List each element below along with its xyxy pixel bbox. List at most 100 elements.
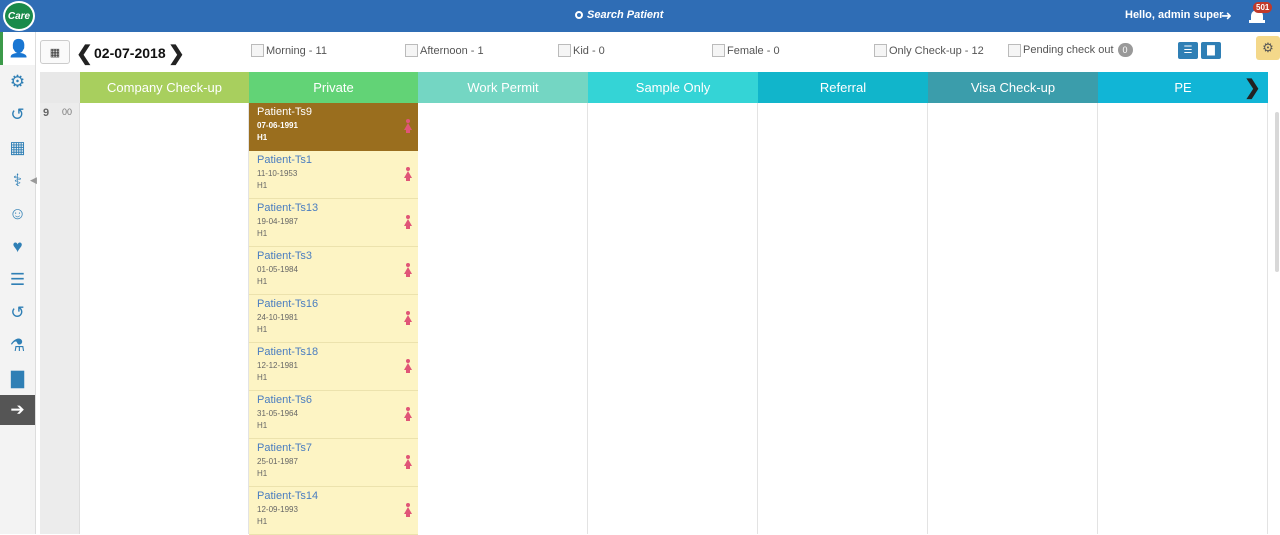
column-header-referral[interactable]: Referral bbox=[758, 72, 928, 103]
filter-female[interactable]: Female - 0 bbox=[712, 44, 780, 57]
filter-checkbox[interactable] bbox=[712, 44, 725, 57]
filter-checkbox[interactable] bbox=[558, 44, 571, 57]
female-icon bbox=[404, 263, 412, 277]
settings-button[interactable]: ⚙ bbox=[1256, 36, 1280, 60]
user-icon[interactable]: 👤 bbox=[0, 32, 35, 65]
patient-name: Patient-Ts1 bbox=[257, 154, 313, 166]
column-header-sample-only[interactable]: Sample Only bbox=[588, 72, 758, 103]
gear-icon: ⚙ bbox=[1262, 40, 1274, 55]
filter-checkbox[interactable] bbox=[405, 44, 418, 57]
column-header-private[interactable]: Private bbox=[249, 72, 418, 103]
patient-card[interactable]: Patient-Ts7 25-01-1987 H1 bbox=[249, 439, 418, 487]
previous-date-icon[interactable]: ❮ bbox=[76, 41, 93, 66]
filter-label: Only Check-up - 12 bbox=[889, 44, 984, 57]
bar-chart-icon[interactable]: ▇ bbox=[0, 362, 35, 395]
filter-label: Afternoon - 1 bbox=[420, 44, 484, 57]
bar-chart-icon: ▇ bbox=[1207, 45, 1215, 56]
current-date: 02-07-2018 bbox=[94, 45, 166, 61]
column-company-checkup[interactable] bbox=[80, 103, 249, 534]
filter-label: Morning - 11 bbox=[266, 44, 327, 57]
patient-card[interactable]: Patient-Ts13 19-04-1987 H1 bbox=[249, 199, 418, 247]
search-label: Search Patient bbox=[587, 9, 664, 21]
toolbar: ▦ ❮ 02-07-2018 ❯ Morning - 11 Afternoon … bbox=[36, 32, 1280, 72]
patient-card[interactable]: Patient-Ts3 01-05-1984 H1 bbox=[249, 247, 418, 295]
patient-room: H1 bbox=[257, 133, 268, 142]
patient-card[interactable]: Patient-Ts18 12-12-1981 H1 bbox=[249, 343, 418, 391]
patient-card[interactable]: Patient-Ts6 31-05-1964 H1 bbox=[249, 391, 418, 439]
flask-icon[interactable]: ⚗ bbox=[0, 329, 35, 362]
column-referral[interactable] bbox=[758, 103, 928, 534]
column-header-pe[interactable]: PE bbox=[1098, 72, 1268, 103]
column-header-company-checkup[interactable]: Company Check-up bbox=[80, 72, 249, 103]
patient-name: Patient-Ts6 bbox=[257, 394, 313, 406]
patient-dob: 19-04-1987 bbox=[257, 217, 298, 226]
female-icon bbox=[404, 503, 412, 517]
filter-checkbox[interactable] bbox=[251, 44, 264, 57]
calendar-icon: ▦ bbox=[49, 46, 61, 59]
patient-dob: 12-09-1993 bbox=[257, 505, 298, 514]
search-patient-button[interactable]: Search Patient bbox=[575, 9, 663, 21]
patient-dob: 31-05-1964 bbox=[257, 409, 298, 418]
patient-room: H1 bbox=[257, 373, 268, 382]
filter-pending-checkout[interactable]: Pending check out 0 bbox=[1008, 43, 1133, 57]
pending-count-badge: 0 bbox=[1117, 43, 1133, 57]
patient-dob: 07-06-1991 bbox=[257, 121, 298, 130]
time-column-header bbox=[40, 72, 80, 103]
history-icon[interactable]: ↺ bbox=[0, 98, 35, 131]
female-icon bbox=[404, 167, 412, 181]
list-icon[interactable]: ☰ bbox=[0, 263, 35, 296]
patient-card[interactable]: Patient-Ts14 12-09-1993 H1 bbox=[249, 487, 418, 535]
patient-name: Patient-Ts7 bbox=[257, 442, 313, 454]
patient-room: H1 bbox=[257, 181, 268, 190]
female-icon bbox=[404, 455, 412, 469]
gear-icon[interactable]: ⚙ bbox=[0, 65, 35, 98]
patient-name: Patient-Ts14 bbox=[257, 490, 319, 502]
next-date-icon[interactable]: ❯ bbox=[168, 41, 185, 66]
filter-morning[interactable]: Morning - 11 bbox=[251, 44, 327, 57]
female-icon bbox=[404, 359, 412, 373]
logo-text: Care bbox=[7, 10, 31, 22]
patient-room: H1 bbox=[257, 229, 268, 238]
column-visa-checkup[interactable] bbox=[928, 103, 1098, 534]
sidebar-collapse-icon[interactable]: ◀ bbox=[30, 175, 37, 186]
list-view-button[interactable]: ☰ bbox=[1178, 42, 1198, 59]
filter-only-checkup[interactable]: Only Check-up - 12 bbox=[874, 44, 984, 57]
female-icon bbox=[404, 407, 412, 421]
filter-afternoon[interactable]: Afternoon - 1 bbox=[405, 44, 484, 57]
patient-name: Patient-Ts9 bbox=[257, 106, 313, 118]
patient-dob: 25-01-1987 bbox=[257, 457, 298, 466]
patient-room: H1 bbox=[257, 469, 268, 478]
patient-card[interactable]: Patient-Ts9 07-06-1991 H1 bbox=[249, 103, 418, 151]
filter-checkbox[interactable] bbox=[874, 44, 887, 57]
sidebar: 👤 ⚙ ↺ ▦ ⚕ ◀ ☺ ♥ ☰ ↺ ⚗ ▇ ➔ bbox=[0, 32, 37, 534]
filter-kid[interactable]: Kid - 0 bbox=[558, 44, 605, 57]
patient-card[interactable]: Patient-Ts16 24-10-1981 H1 bbox=[249, 295, 418, 343]
column-sample-only[interactable] bbox=[588, 103, 758, 534]
calendar-picker-button[interactable]: ▦ bbox=[40, 40, 70, 64]
arrow-right-circle-icon[interactable]: ➔ bbox=[0, 395, 35, 425]
history-icon[interactable]: ↺ bbox=[0, 296, 35, 329]
patient-dob: 11-10-1953 bbox=[257, 169, 298, 178]
column-pe[interactable] bbox=[1098, 103, 1268, 534]
notification-badge: 501 bbox=[1253, 2, 1273, 13]
column-work-permit[interactable] bbox=[418, 103, 588, 534]
calendar-icon[interactable]: ▦ bbox=[0, 131, 35, 164]
female-icon bbox=[404, 215, 412, 229]
logout-icon[interactable]: ➜ bbox=[1221, 8, 1232, 24]
patient-name: Patient-Ts16 bbox=[257, 298, 319, 310]
patient-name: Patient-Ts18 bbox=[257, 346, 319, 358]
filter-checkbox[interactable] bbox=[1008, 43, 1021, 57]
chart-view-button[interactable]: ▇ bbox=[1201, 42, 1221, 59]
column-header-work-permit[interactable]: Work Permit bbox=[418, 72, 588, 103]
column-header-visa-checkup[interactable]: Visa Check-up bbox=[928, 72, 1098, 103]
list-icon: ☰ bbox=[1183, 45, 1193, 56]
vertical-scrollbar[interactable] bbox=[1275, 112, 1279, 272]
next-columns-icon[interactable]: ❯ bbox=[1244, 75, 1261, 100]
schedule-grid: 9 00 Company Check-up Private Work Permi… bbox=[40, 72, 1280, 535]
heartbeat-icon[interactable]: ♥ bbox=[0, 230, 35, 263]
column-private[interactable]: Patient-Ts9 07-06-1991 H1 Patient-Ts1 11… bbox=[249, 103, 418, 535]
app-logo[interactable]: Care bbox=[3, 1, 35, 31]
patient-card[interactable]: Patient-Ts1 11-10-1953 H1 bbox=[249, 151, 418, 199]
patient-room: H1 bbox=[257, 421, 268, 430]
doctor-icon[interactable]: ☺ bbox=[0, 197, 35, 230]
